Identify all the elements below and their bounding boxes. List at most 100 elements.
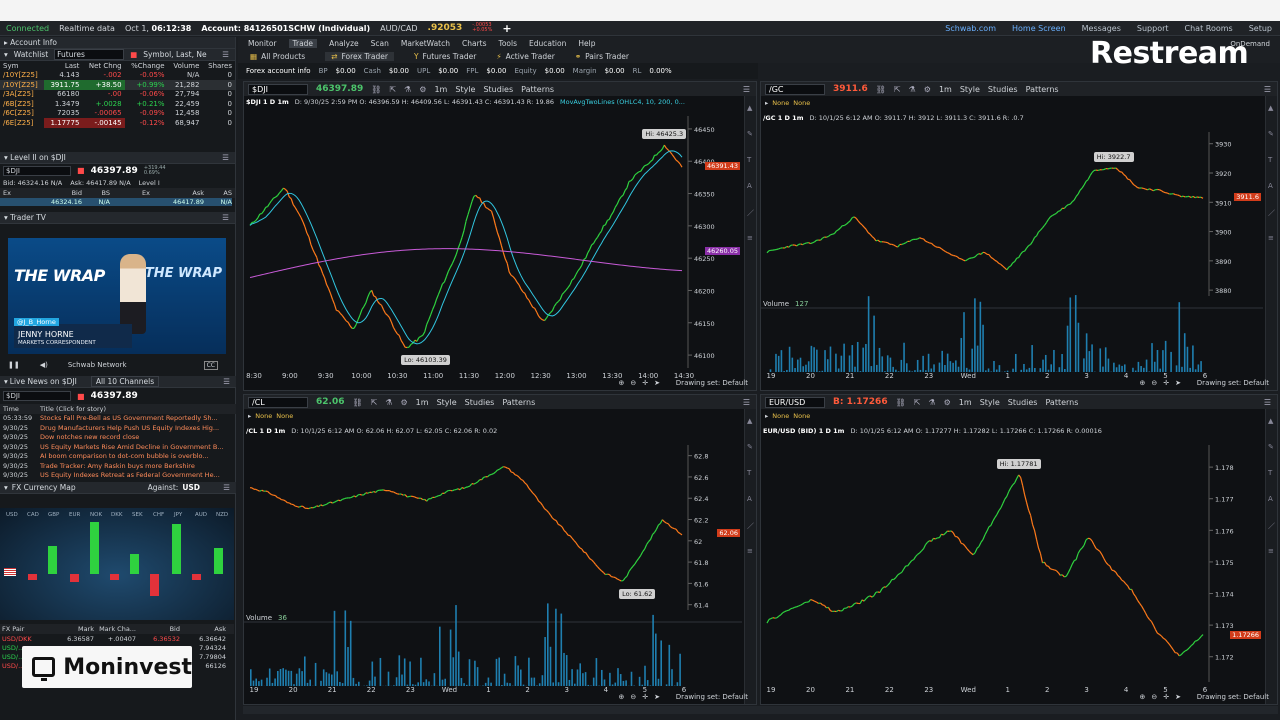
cursor-icon[interactable]: ➤ — [654, 379, 660, 387]
cursor-icon[interactable]: ➤ — [654, 693, 660, 701]
level2-symbol-input[interactable]: $DJI — [3, 165, 71, 176]
studies-button[interactable]: Studies — [988, 85, 1018, 94]
fib-icon[interactable]: ≡ — [1268, 547, 1274, 555]
news-item[interactable]: 9/30/25 Dow notches new record close — [0, 433, 236, 443]
account-info-header[interactable]: ▸ Account Info — [0, 37, 235, 49]
style-button[interactable]: Style — [455, 85, 475, 94]
table-row[interactable]: /10Y[Z25] 4.143 -.002 -0.05% N/A 0 — [0, 71, 235, 81]
symbol-input[interactable]: EUR/USD — [765, 396, 825, 408]
patterns-button[interactable]: Patterns — [1045, 398, 1078, 407]
zoom-in-icon[interactable]: ⊕ — [1140, 693, 1146, 701]
crosshair-icon[interactable]: ✛ — [1163, 693, 1169, 701]
table-row[interactable]: /10Y[Z25] 3911.75 +38.50 +0.99% 21,282 0 — [0, 80, 235, 90]
fx-ccy-dkk[interactable]: DKK — [111, 512, 122, 518]
link-icon[interactable]: ⛓ — [876, 85, 886, 94]
fx-ccy-nzd[interactable]: NZD — [216, 512, 228, 518]
news-item[interactable]: 9/30/25 Trade Tracker: Amy Raskin buys mo… — [0, 461, 236, 471]
fx-bar-eur[interactable] — [70, 574, 79, 582]
interval-button[interactable]: 1m — [959, 398, 972, 407]
interval-button[interactable]: 1m — [416, 398, 429, 407]
link-support[interactable]: Support — [1137, 24, 1169, 33]
level2-header[interactable]: ▾ Level II on $DJI ☰ — [0, 151, 235, 164]
tab-active-trader[interactable]: ⚡ Active Trader — [496, 52, 554, 61]
link-icon[interactable]: ⛓ — [352, 398, 362, 407]
menu-icon[interactable]: ☰ — [222, 153, 229, 162]
menu-marketwatch[interactable]: MarketWatch — [401, 39, 450, 48]
drawing-set-label[interactable]: Drawing set: Default — [676, 693, 748, 701]
cursor-icon[interactable]: ▲ — [1268, 417, 1273, 425]
quote-pair[interactable]: AUD/CAD — [380, 24, 417, 33]
flag-icon[interactable]: ■ — [130, 50, 137, 59]
studies-button[interactable]: Studies — [1008, 398, 1038, 407]
fx-ccy-nok[interactable]: NOK — [90, 512, 102, 518]
pencil-icon[interactable]: ✎ — [747, 443, 753, 451]
zoom-in-icon[interactable]: ⊕ — [619, 379, 625, 387]
symbol-input[interactable]: /CL — [248, 396, 308, 408]
zoom-out-icon[interactable]: ⊖ — [630, 379, 636, 387]
studies-button[interactable]: Studies — [483, 85, 513, 94]
share-icon[interactable]: ⇱ — [389, 85, 396, 94]
volume-icon[interactable]: ◀) — [40, 361, 48, 369]
link-icon[interactable]: ⛓ — [371, 85, 381, 94]
fib-icon[interactable]: ≡ — [1268, 234, 1274, 242]
drawing-set-label[interactable]: Drawing set: Default — [1197, 693, 1269, 701]
ruler-icon[interactable]: T — [747, 156, 751, 164]
fx-bar-chf[interactable] — [150, 574, 159, 596]
flask-icon[interactable]: ⚗ — [928, 398, 935, 407]
chart-canvas[interactable]: 4645046400463504630046250462004615046100… — [244, 96, 742, 390]
zoom-out-icon[interactable]: ⊖ — [1151, 379, 1157, 387]
style-button[interactable]: Style — [980, 398, 1000, 407]
crosshair-icon[interactable]: ✛ — [642, 379, 648, 387]
chart-canvas[interactable]: 62.862.662.462.26261.861.661.419 20 21 22 23… — [244, 409, 742, 704]
chart-canvas[interactable]: 1.178 1.177 1.176 1.175 1.174 1.173 1.172 19 20 2… — [761, 409, 1263, 704]
menu-icon[interactable]: ☰ — [743, 85, 750, 94]
fx-ccy-aud[interactable]: AUD — [195, 512, 207, 518]
flag-icon[interactable]: ■ — [77, 166, 85, 175]
menu-education[interactable]: Education — [529, 39, 566, 48]
drawing-set-label[interactable]: Drawing set: Default — [676, 379, 748, 387]
menu-trade[interactable]: Trade — [288, 39, 318, 48]
fx-bar-jpy[interactable] — [172, 524, 181, 574]
news-item[interactable]: 9/30/25 US Equity Markets Rise Amid Decli… — [0, 442, 236, 452]
link-messages[interactable]: Messages — [1082, 24, 1121, 33]
news-symbol-input[interactable]: $DJI — [3, 391, 71, 401]
style-button[interactable]: Style — [960, 85, 980, 94]
trend-icon[interactable]: ／ — [1268, 521, 1275, 531]
menu-icon[interactable]: ☰ — [222, 213, 229, 222]
account-label[interactable]: Account: 84126501SCHW (Individual) — [201, 24, 370, 33]
text-icon[interactable]: A — [747, 182, 752, 190]
watchlist-columns[interactable]: Symbol, Last, Ne — [143, 50, 206, 59]
table-row[interactable]: /6E[Z25] 1.17775 -.00145 -0.12% 68,947 0 — [0, 118, 235, 128]
ruler-icon[interactable]: T — [1268, 156, 1272, 164]
crosshair-icon[interactable]: ✛ — [642, 693, 648, 701]
drawing-set-label[interactable]: Drawing set: Default — [1197, 379, 1269, 387]
tab-all-products[interactable]: ▦ All Products — [250, 52, 305, 61]
chart-canvas[interactable]: 39303920391039003890388019 20 21 22 23 Wed 1 2 3… — [761, 96, 1263, 390]
bottom-scrollbar[interactable] — [243, 706, 1278, 714]
menu-analyze[interactable]: Analyze — [329, 39, 359, 48]
fx-bar-aud[interactable] — [192, 574, 201, 580]
crosshair-icon[interactable]: ✛ — [1163, 379, 1169, 387]
zoom-out-icon[interactable]: ⊖ — [630, 693, 636, 701]
fx-ccy-chf[interactable]: CHF — [153, 512, 164, 518]
trend-icon[interactable]: ／ — [1268, 208, 1275, 218]
trend-icon[interactable]: ／ — [747, 521, 754, 531]
text-icon[interactable]: A — [747, 495, 752, 503]
menu-help[interactable]: Help — [578, 39, 595, 48]
share-icon[interactable]: ⇱ — [894, 85, 901, 94]
pencil-icon[interactable]: ✎ — [747, 130, 753, 138]
news-item[interactable]: 9/30/25 Drug Manufacturers Help Push US E… — [0, 423, 236, 433]
menu-icon[interactable]: ☰ — [1264, 85, 1271, 94]
fx-ccy-eur[interactable]: EUR — [69, 512, 80, 518]
menu-tools[interactable]: Tools — [499, 39, 517, 48]
fx-bar-nzd[interactable] — [214, 548, 223, 574]
text-icon[interactable]: A — [1268, 182, 1273, 190]
fx-ccy-sek[interactable]: SEK — [132, 512, 143, 518]
gear-icon[interactable]: ⚙ — [944, 398, 951, 407]
fx-bar-sek[interactable] — [130, 554, 139, 574]
news-channels-select[interactable]: All 10 Channels — [90, 376, 160, 387]
patterns-button[interactable]: Patterns — [1026, 85, 1059, 94]
tab-forex-trader[interactable]: ⇄ Forex Trader — [325, 52, 394, 61]
level2-row[interactable]: 46324.16 N/A 46417.89 N/A — [0, 198, 235, 207]
link-icon[interactable]: ⛓ — [896, 398, 906, 407]
